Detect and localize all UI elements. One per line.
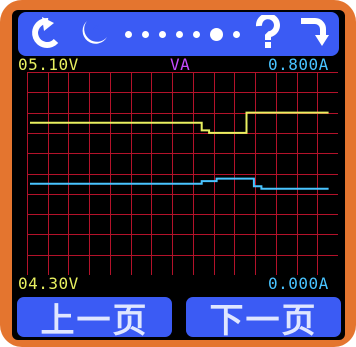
page-dots: [125, 27, 240, 41]
chart: [27, 72, 339, 276]
rotate-left-icon[interactable]: [28, 15, 62, 54]
page-dot: [159, 30, 166, 38]
page-dot: [233, 30, 240, 38]
mode-label: VA: [170, 55, 191, 74]
current-max-readout: 0.800A: [268, 55, 329, 74]
device-frame: z 05.10V VA 0.800A 04.30V 0.000A 上一页 下一页: [0, 0, 356, 347]
chart-area: [27, 72, 339, 276]
page-dot: [125, 30, 132, 38]
current-trace: [30, 177, 329, 190]
prev-page-label: 上一页: [40, 300, 149, 341]
current-min-readout: 0.000A: [268, 274, 329, 293]
screen: z 05.10V VA 0.800A 04.30V 0.000A 上一页 下一页: [12, 10, 345, 340]
voltage-trace: [30, 111, 329, 134]
rotate-right-icon[interactable]: [295, 15, 329, 54]
page-dot: [176, 30, 183, 38]
page-dot-active: [210, 27, 223, 41]
next-page-button[interactable]: 下一页: [186, 297, 341, 340]
voltage-min-readout: 04.30V: [18, 274, 79, 293]
prev-page-button[interactable]: 上一页: [17, 297, 172, 340]
sleep-icon[interactable]: z: [77, 15, 111, 54]
svg-text:z: z: [93, 20, 99, 33]
next-page-label: 下一页: [209, 300, 318, 341]
page-dot: [142, 30, 149, 38]
voltage-max-readout: 05.10V: [18, 55, 79, 74]
toolbar: z: [18, 12, 339, 56]
page-dot: [193, 30, 200, 38]
help-icon[interactable]: [255, 12, 281, 54]
